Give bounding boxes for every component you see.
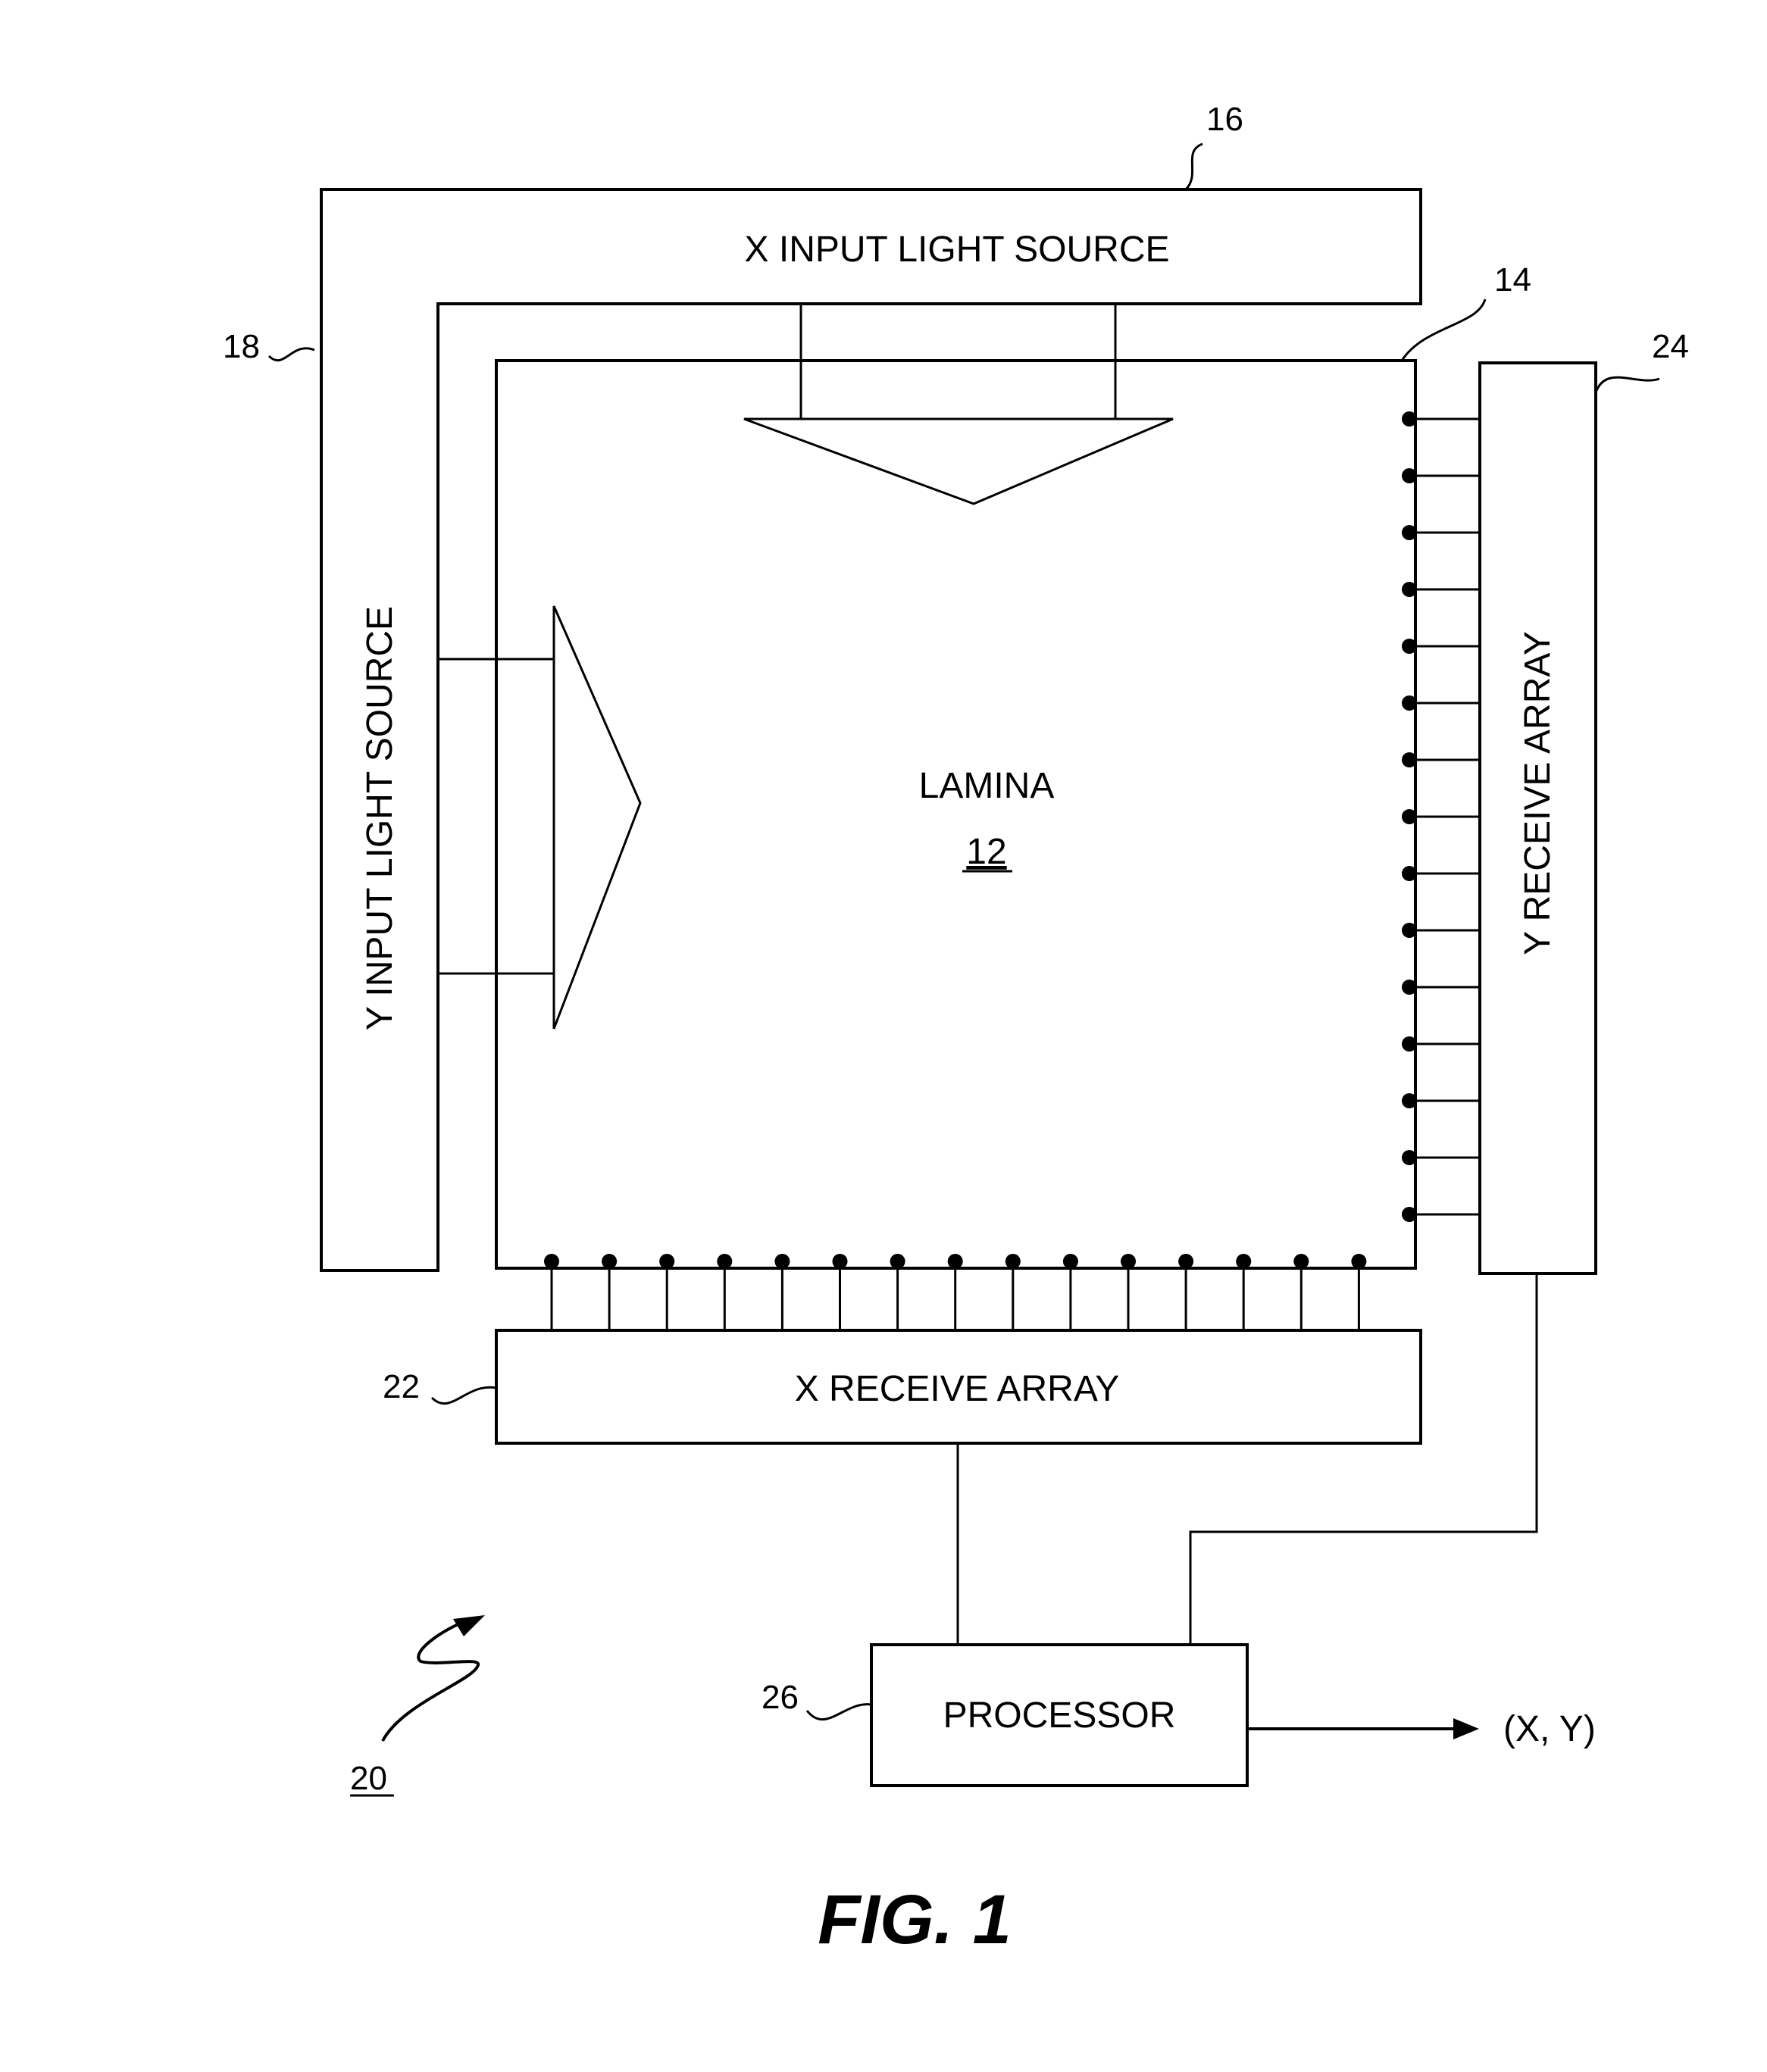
leader-22 xyxy=(430,1386,497,1405)
x-sensor-group xyxy=(544,1254,1367,1330)
y-sensor-dot xyxy=(1402,980,1417,995)
patent-diagram: X INPUT LIGHT SOURCE Y INPUT LIGHT SOURC… xyxy=(223,101,1689,1958)
system-ref-leader xyxy=(381,1620,480,1742)
figure-caption: FIG. 1 xyxy=(818,1881,1012,1958)
x-sensor-dot xyxy=(544,1254,559,1269)
x-sensor-dot xyxy=(1062,1254,1078,1269)
y-sensor-dot xyxy=(1402,525,1417,540)
y-sensor-dot xyxy=(1402,1150,1417,1165)
system-ref-arrowhead xyxy=(453,1615,485,1636)
y-sensor-dot xyxy=(1402,1036,1417,1052)
ref-22: 22 xyxy=(383,1368,420,1405)
y-sensor-dot xyxy=(1402,923,1417,938)
y-receive-label: Y RECEIVE ARRAY xyxy=(1518,631,1558,955)
x-sensor-dot xyxy=(1178,1254,1194,1269)
x-collimator-triangle xyxy=(743,417,1174,505)
x-sensor-dot xyxy=(717,1254,733,1269)
leader-18 xyxy=(267,347,315,362)
x-receive-label: X RECEIVE ARRAY xyxy=(795,1369,1120,1409)
y-sensor-dot xyxy=(1402,639,1417,654)
output-label: (X, Y) xyxy=(1503,1709,1596,1749)
y-sensor-dot xyxy=(1402,582,1417,597)
y-collimator-triangle xyxy=(552,605,642,1030)
ref-16: 16 xyxy=(1206,101,1243,138)
ref-26: 26 xyxy=(762,1679,799,1716)
x-sensor-dot xyxy=(774,1254,790,1269)
x-sensor-dot xyxy=(1005,1254,1021,1269)
processor-label: PROCESSOR xyxy=(943,1695,1176,1736)
light-source-frame xyxy=(320,188,1422,1272)
x-sensor-dot xyxy=(1121,1254,1136,1269)
leader-14 xyxy=(1400,298,1487,361)
x-sensor-dot xyxy=(1351,1254,1367,1269)
lamina-ref: 12 xyxy=(966,832,1006,872)
ref-18: 18 xyxy=(223,328,260,365)
leader-24 xyxy=(1594,376,1660,393)
x-sensor-dot xyxy=(659,1254,675,1269)
y-sensor-dot xyxy=(1402,468,1417,483)
x-sensor-dot xyxy=(602,1254,618,1269)
y-sensor-dot xyxy=(1402,1093,1417,1108)
y-sensor-dot xyxy=(1402,809,1417,824)
x-sensor-dot xyxy=(890,1254,905,1269)
y-sensor-dot xyxy=(1402,1207,1417,1222)
y-sensor-dot xyxy=(1402,695,1417,711)
x-sensor-dot xyxy=(832,1254,848,1269)
ref-24: 24 xyxy=(1652,328,1689,365)
leader-16 xyxy=(1184,142,1203,191)
x-sensor-dot xyxy=(947,1254,963,1269)
y-sensor-dot xyxy=(1402,411,1417,427)
leader-26 xyxy=(805,1703,872,1721)
system-ref: 20 xyxy=(350,1760,387,1797)
output-arrow-head xyxy=(1453,1718,1479,1739)
y-sensor-group xyxy=(1402,411,1480,1222)
x-sensor-dot xyxy=(1236,1254,1252,1269)
y-sensor-dot xyxy=(1402,752,1417,767)
y-sensor-dot xyxy=(1402,866,1417,881)
x-sensor-dot xyxy=(1293,1254,1309,1269)
y-source-label: Y INPUT LIGHT SOURCE xyxy=(360,606,400,1030)
ref-14: 14 xyxy=(1494,261,1531,298)
x-source-label: X INPUT LIGHT SOURCE xyxy=(745,230,1170,270)
lamina-label: LAMINA xyxy=(919,766,1055,806)
